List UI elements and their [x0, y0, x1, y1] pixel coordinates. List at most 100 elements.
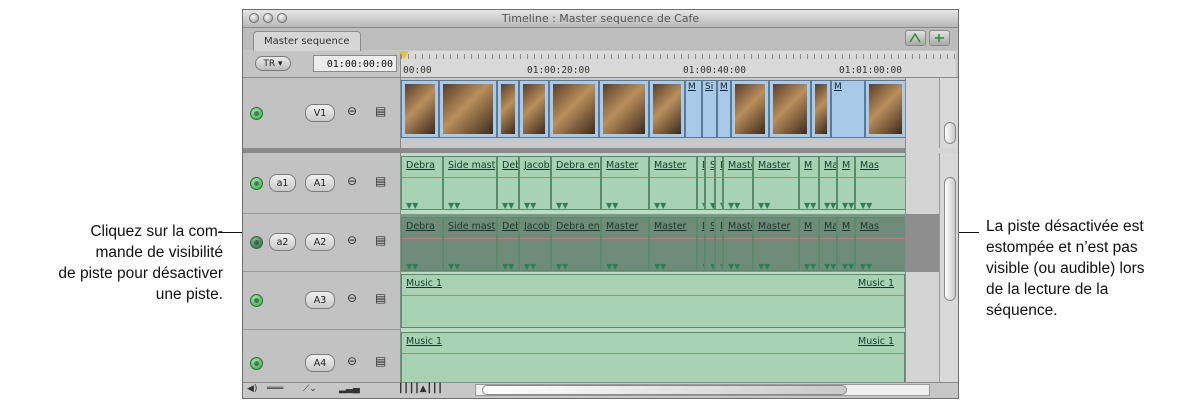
audio-clip[interactable]: Maste ▼▼: [723, 217, 753, 271]
horizontal-scrollbar[interactable]: [475, 384, 930, 396]
tab-master-sequence[interactable]: Master sequence: [253, 31, 361, 51]
audio-clip[interactable]: Side mast ▼▼: [443, 156, 497, 210]
audio-clip[interactable]: Mas ▼▼: [819, 217, 837, 271]
audio-clip[interactable]: Master ▼▼: [753, 156, 799, 210]
music-clip[interactable]: Music 1 Music 1: [401, 274, 905, 328]
lock-icon[interactable]: ⊖: [347, 291, 357, 305]
auto-select-icon[interactable]: ▤: [375, 174, 386, 188]
video-clip[interactable]: [865, 80, 905, 138]
track-content-a1[interactable]: Debra ▼▼ Side mast ▼▼ Debr ▼▼ Jacob ▼▼ Debra en ▼…: [400, 153, 905, 214]
audio-clip[interactable]: M▼▼: [837, 217, 855, 271]
track-content-a4[interactable]: Music 1 Music 1: [400, 330, 905, 384]
audio-clip[interactable]: Debra ▼▼: [401, 156, 443, 210]
track-label-a1[interactable]: A1: [305, 174, 335, 192]
video-clip[interactable]: M: [717, 80, 731, 138]
track-label-a3[interactable]: A3: [305, 291, 335, 309]
video-clip[interactable]: [549, 80, 599, 138]
playhead-icon[interactable]: [399, 51, 409, 59]
track-content-a3[interactable]: Music 1 Music 1: [400, 272, 905, 330]
audio-clip[interactable]: M▼▼: [837, 156, 855, 210]
level-line: [706, 177, 714, 178]
music-clip[interactable]: Music 1 Music 1: [401, 332, 905, 384]
track-label-v1[interactable]: V1: [305, 104, 335, 122]
video-clip[interactable]: [811, 80, 831, 138]
audio-clip[interactable]: Master ▼▼: [753, 217, 799, 271]
audio-clip[interactable]: Debra en ▼▼: [551, 217, 601, 271]
audio-scrollbar[interactable]: [939, 153, 958, 384]
audio-clip[interactable]: Si▼▼: [705, 217, 715, 271]
lock-icon[interactable]: ⊖: [347, 174, 357, 188]
clip-name: Side mast: [448, 160, 496, 171]
audio-clip[interactable]: M▼▼: [799, 156, 819, 210]
audio-clip[interactable]: Mas ▼▼: [855, 217, 905, 271]
time-ruler[interactable]: 00:00 01:00:20:00 01:00:40:00 01:01:00:0…: [399, 51, 956, 77]
video-clip[interactable]: M: [685, 80, 702, 138]
audio-clip[interactable]: Mas ▼▼: [855, 156, 905, 210]
horizontal-scroll-thumb[interactable]: [482, 385, 847, 395]
timecode-field[interactable]: 01:00:00:00: [313, 55, 397, 72]
auto-select-icon[interactable]: ▤: [375, 233, 386, 247]
video-clip[interactable]: [497, 80, 519, 138]
audio-clip[interactable]: M▼▼: [715, 217, 723, 271]
audio-clip[interactable]: Side mast ▼▼: [443, 217, 497, 271]
link-marker-icon: ▼▼: [524, 262, 537, 271]
visibility-toggle-a3[interactable]: [250, 294, 263, 307]
lock-icon[interactable]: ⊖: [347, 104, 357, 118]
video-clip[interactable]: [731, 80, 769, 138]
video-clip[interactable]: [439, 80, 497, 138]
track-label-a4[interactable]: A4: [305, 354, 335, 372]
linking-button[interactable]: [929, 30, 950, 46]
source-a1[interactable]: a1: [269, 174, 296, 192]
audio-clip[interactable]: Jacob ▼▼: [519, 156, 551, 210]
level-line: [820, 177, 836, 178]
video-scrollbar[interactable]: [939, 78, 958, 148]
audio-clip[interactable]: M▼▼: [799, 217, 819, 271]
audio-clip[interactable]: Si▼▼: [705, 156, 715, 210]
track-label-a2[interactable]: A2: [305, 233, 335, 251]
auto-select-icon[interactable]: ▤: [375, 291, 386, 305]
lock-icon[interactable]: ⊖: [347, 354, 357, 368]
track-content-v1[interactable]: M Si M M: [400, 78, 905, 148]
video-clip[interactable]: [599, 80, 649, 138]
link-marker-icon: ▼▼: [824, 262, 837, 271]
audio-clip[interactable]: Mas ▼▼: [819, 156, 837, 210]
zoom-slider[interactable]: ┃┃┃┃▲┃┃┃: [398, 384, 443, 396]
lock-icon[interactable]: ⊖: [347, 233, 357, 247]
link-marker-icon: ▼▼: [406, 201, 419, 210]
video-clip[interactable]: [401, 80, 439, 138]
audio-clip[interactable]: Master ▼▼: [649, 156, 697, 210]
video-scroll-thumb[interactable]: [944, 122, 956, 144]
visibility-toggle-a2[interactable]: [250, 236, 263, 249]
audio-clip[interactable]: Debr ▼▼: [497, 156, 519, 210]
audio-clip[interactable]: M▼▼: [697, 156, 705, 210]
video-clip[interactable]: Si: [702, 80, 717, 138]
video-clip[interactable]: [649, 80, 685, 138]
audio-clip[interactable]: M▼▼: [715, 156, 723, 210]
visibility-toggle-a4[interactable]: [250, 357, 263, 370]
audio-clip[interactable]: Debra en ▼▼: [551, 156, 601, 210]
audio-clip[interactable]: Maste ▼▼: [723, 156, 753, 210]
auto-select-icon[interactable]: ▤: [375, 354, 386, 368]
clip-overlays-icon[interactable]: ⟋⌄: [303, 384, 317, 396]
audio-clip[interactable]: Debr ▼▼: [497, 217, 519, 271]
audio-clip[interactable]: Master ▼▼: [601, 217, 649, 271]
auto-select-icon[interactable]: ▤: [375, 104, 386, 118]
video-clip[interactable]: [519, 80, 549, 138]
video-clip[interactable]: [769, 80, 811, 138]
snapping-button[interactable]: [905, 30, 926, 46]
timecode-menu[interactable]: TR ▾: [255, 56, 291, 71]
track-height-icon[interactable]: ═══: [267, 384, 283, 396]
audio-scroll-thumb[interactable]: [944, 177, 956, 301]
track-content-a2[interactable]: Debra ▼▼ Side mast ▼▼ Debr ▼▼ Jacob ▼▼ Debra en ▼…: [400, 214, 905, 272]
audio-clip[interactable]: Master ▼▼: [649, 217, 697, 271]
source-a2[interactable]: a2: [269, 233, 296, 251]
audio-clip[interactable]: M▼▼: [697, 217, 705, 271]
video-clip[interactable]: M: [831, 80, 865, 138]
audio-controls-icon[interactable]: ◀): [247, 384, 257, 396]
audio-clip[interactable]: Master ▼▼: [601, 156, 649, 210]
visibility-toggle-a1[interactable]: [250, 177, 263, 190]
visibility-toggle-v1[interactable]: [250, 107, 263, 120]
audio-clip[interactable]: Jacob ▼▼: [519, 217, 551, 271]
audio-clip[interactable]: Debra ▼▼: [401, 217, 443, 271]
track-size-icon[interactable]: ▂▃▄: [339, 384, 360, 396]
